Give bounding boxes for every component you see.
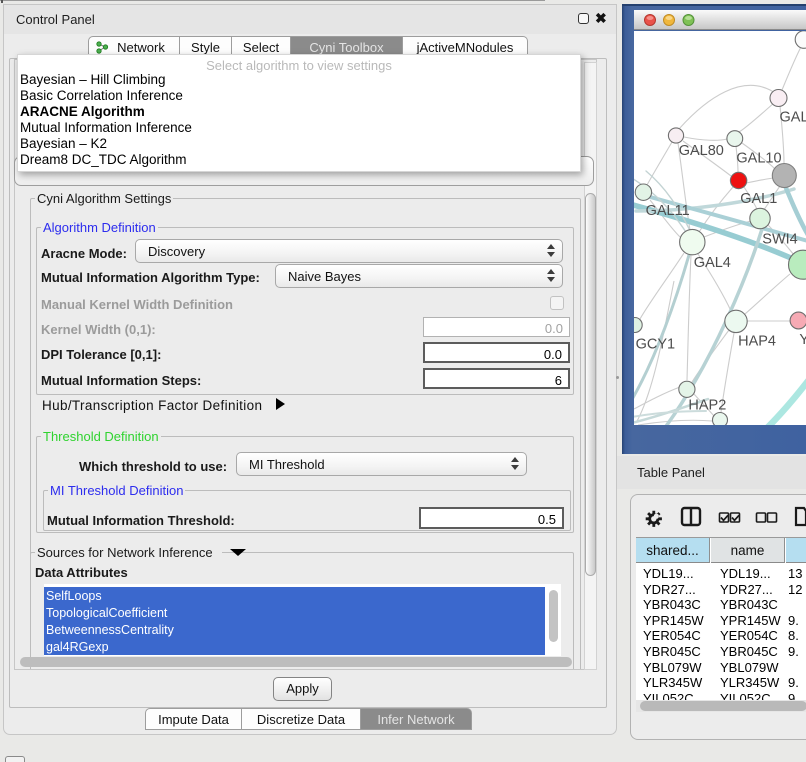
svg-text:GAL80: GAL80	[679, 143, 724, 159]
svg-text:HAP4: HAP4	[738, 334, 776, 350]
svg-text:GAL11: GAL11	[646, 203, 690, 219]
svg-text:HAP2: HAP2	[688, 398, 726, 414]
svg-text:SWI4: SWI4	[762, 231, 797, 247]
svg-text:GAL: GAL	[780, 109, 806, 125]
svg-text:GAL10: GAL10	[736, 150, 781, 166]
svg-text:GAL4: GAL4	[694, 255, 731, 271]
svg-text:Y: Y	[799, 332, 806, 348]
svg-text:GAL1: GAL1	[740, 191, 777, 207]
svg-text:GCY1: GCY1	[636, 337, 676, 353]
